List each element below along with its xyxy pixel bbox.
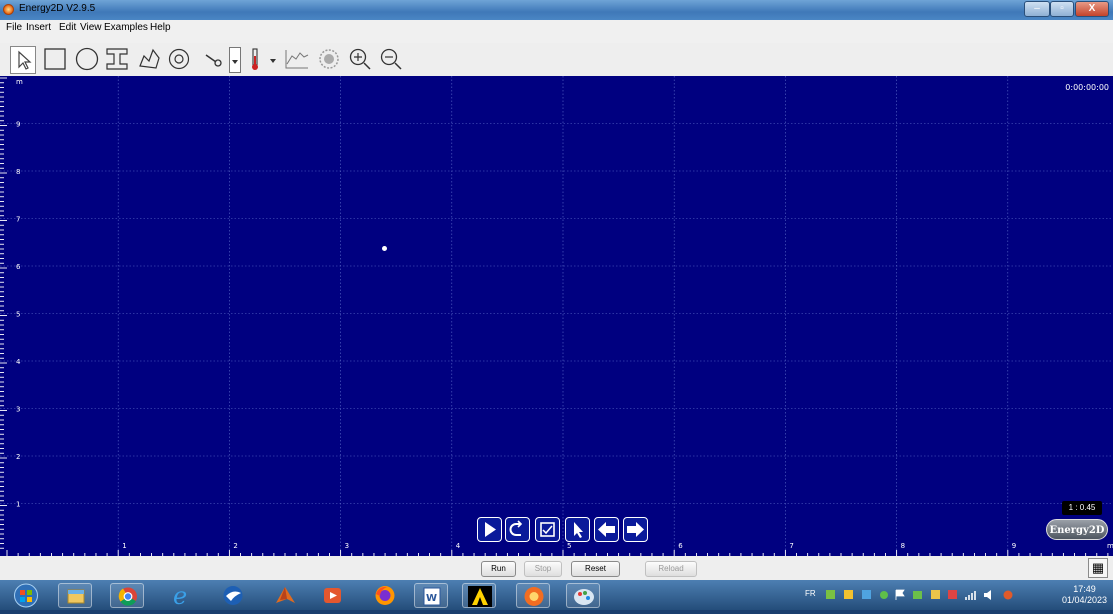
taskbar: e W FR 17:49 01/04/2023 (0, 580, 1113, 610)
y-tick-label: 7 (16, 216, 20, 224)
maximize-button[interactable]: ▫ (1050, 1, 1074, 17)
menu-edit[interactable]: Edit (59, 22, 76, 33)
media-player-icon[interactable] (316, 583, 350, 608)
play-icon[interactable] (477, 517, 502, 542)
undo-icon[interactable] (505, 517, 530, 542)
heat-flux-icon[interactable] (317, 46, 341, 74)
y-axis-unit: m (16, 78, 23, 86)
zoom-out-icon[interactable] (378, 46, 404, 74)
dropdown-arrow-icon[interactable] (269, 47, 279, 75)
menu-view[interactable]: View (80, 22, 102, 33)
close-button[interactable]: X (1075, 1, 1109, 17)
control-bar: Run Stop Reset Reload ▦ (0, 556, 1113, 580)
x-tick-label: 1 (122, 542, 126, 550)
simulation-canvas[interactable]: m 9 8 7 6 5 4 3 2 1 1 2 3 4 5 6 7 8 9 m 0:00:00:00 1 : 0.45… (0, 76, 1113, 556)
firefox-icon[interactable] (368, 583, 402, 608)
menu-insert[interactable]: Insert (26, 22, 51, 33)
reset-button[interactable]: Reset (571, 561, 620, 577)
energy2d-icon[interactable] (516, 583, 550, 608)
paint-icon[interactable] (566, 583, 600, 608)
x-tick-label: 8 (901, 542, 905, 550)
menu-examples[interactable]: Examples (104, 22, 148, 33)
stop-button[interactable]: Stop (524, 561, 562, 577)
app-bird-icon[interactable] (216, 583, 250, 608)
y-tick-label: 3 (16, 406, 20, 414)
chrome-icon[interactable] (110, 583, 144, 608)
zoom-in-icon[interactable] (347, 46, 373, 74)
x-tick-label: 3 (345, 542, 349, 550)
elapsed-time: 0:00:00:00 (1065, 83, 1109, 92)
svg-text:e: e (173, 583, 187, 608)
y-tick-label: 5 (16, 311, 20, 319)
y-tick-label: 9 (16, 121, 20, 129)
y-tick-label: 6 (16, 263, 21, 271)
y-tick-label: 4 (16, 358, 21, 366)
y-tick-label: 1 (16, 501, 20, 509)
menu-help[interactable]: Help (150, 22, 171, 33)
ie-icon[interactable]: e (164, 582, 198, 610)
reload-button[interactable]: Reload (645, 561, 697, 577)
grid: m 9 8 7 6 5 4 3 2 1 1 2 3 4 5 6 7 8 9 m (0, 76, 1113, 556)
system-tray-icons[interactable] (826, 588, 1046, 602)
rectangle-icon[interactable] (42, 46, 68, 74)
clock[interactable]: 17:49 01/04/2023 (1062, 584, 1107, 606)
ellipse-icon[interactable] (74, 46, 100, 74)
thermometer-icon[interactable] (248, 46, 262, 74)
x-axis-unit: m (1107, 542, 1113, 550)
x-tick-label: 6 (678, 542, 683, 550)
start-orb-icon[interactable] (6, 583, 46, 608)
clock-time: 17:49 (1073, 584, 1096, 594)
dropdown-arrow-icon[interactable] (229, 47, 241, 73)
x-tick-label: 9 (1012, 542, 1016, 550)
menu-bar: File Insert Edit View Examples Help (0, 20, 1113, 43)
explorer-icon[interactable] (58, 583, 92, 608)
select-arrow-icon[interactable] (10, 46, 36, 74)
blob-icon[interactable] (136, 46, 162, 74)
title-bar: Energy2D V2.9.5 – ▫ X (0, 0, 1113, 20)
y-tick-label: 8 (16, 168, 20, 176)
svg-text:W: W (426, 593, 437, 604)
menu-file[interactable]: File (6, 22, 22, 33)
clock-date: 01/04/2023 (1062, 595, 1108, 605)
word-icon[interactable]: W (414, 583, 448, 608)
window-title: Energy2D V2.9.5 (19, 3, 96, 14)
matlab-icon[interactable] (268, 583, 302, 608)
arrow-app-icon[interactable] (462, 583, 496, 608)
toolbar (0, 43, 1113, 77)
arrow-left-icon[interactable] (594, 517, 619, 542)
grid-toggle-icon[interactable]: ▦ (1088, 558, 1108, 578)
y-tick-label: 2 (16, 453, 20, 461)
x-tick-label: 4 (456, 542, 461, 550)
energy2d-logo: Energy2D (1046, 519, 1108, 540)
i-beam-icon[interactable] (104, 46, 130, 74)
minimize-button[interactable]: – (1024, 1, 1050, 17)
language-indicator[interactable]: FR (805, 589, 816, 598)
run-button[interactable]: Run (481, 561, 516, 577)
ring-icon[interactable] (166, 46, 192, 74)
graph-icon[interactable] (283, 46, 311, 74)
x-tick-label: 7 (789, 542, 793, 550)
x-tick-label: 5 (567, 542, 571, 550)
x-tick-label: 2 (233, 542, 237, 550)
scale-label: 1 : 0.45 (1062, 501, 1102, 515)
arrow-right-icon[interactable] (623, 517, 648, 542)
checkbox-icon[interactable] (535, 517, 560, 542)
cursor-icon[interactable] (565, 517, 590, 542)
app-icon (3, 4, 14, 15)
particle-dot (382, 246, 387, 251)
heater-icon[interactable] (202, 46, 226, 74)
